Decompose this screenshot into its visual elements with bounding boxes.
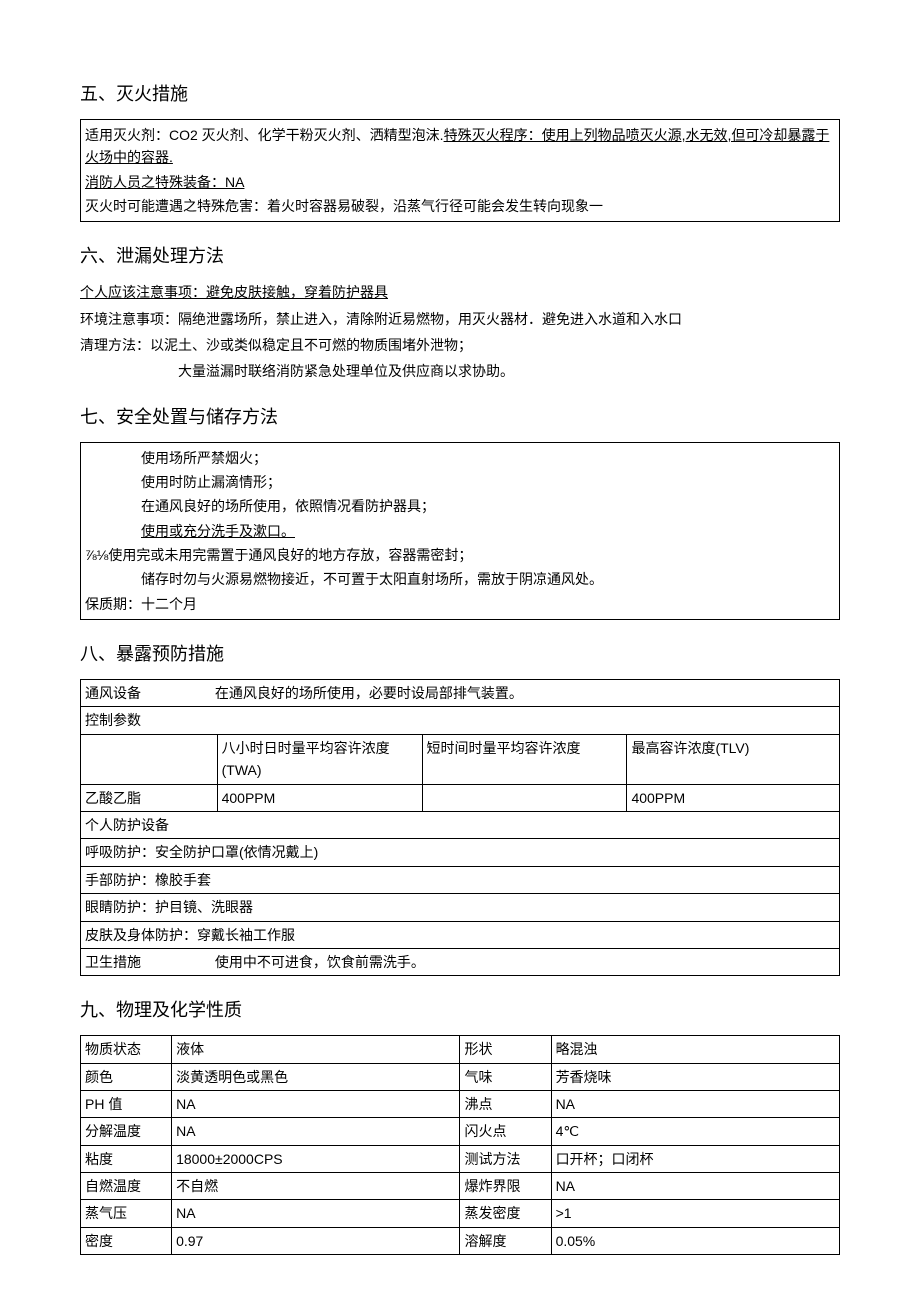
prop-label: 蒸气压 bbox=[81, 1200, 172, 1227]
prop-value: 不自燃 bbox=[172, 1173, 460, 1200]
section-8-title: 八、暴露预防措施 bbox=[80, 640, 840, 669]
prop-label: 粘度 bbox=[81, 1145, 172, 1172]
row-ethyl-acetate: 乙酸乙脂 400PPM 400PPM bbox=[81, 784, 840, 811]
prop-label: 密度 bbox=[81, 1227, 172, 1254]
section-7-title: 七、安全处置与储存方法 bbox=[80, 403, 840, 432]
row-control-params: 控制参数 bbox=[81, 707, 840, 734]
prop-label: PH 值 bbox=[81, 1090, 172, 1117]
eye-protection: 眼睛防护：护目镜、洗眼器 bbox=[81, 894, 840, 921]
prop-label: 沸点 bbox=[460, 1090, 551, 1117]
prop-value: 略混浊 bbox=[551, 1036, 839, 1063]
section-8-table: 通风设备 在通风良好的场所使用，必要时设局部排气装置。 控制参数 八小时日时量平… bbox=[80, 679, 840, 976]
prop-label: 测试方法 bbox=[460, 1145, 551, 1172]
section-9-table: 物质状态液体形状略混浊颜色淡黄透明色或黑色气味芳香烧味PH 值NA沸点NA分解温… bbox=[80, 1035, 840, 1255]
row-headers: 八小时日时量平均容许浓度(TWA) 短时间时量平均容许浓度 最高容许浓度(TLV… bbox=[81, 734, 840, 784]
s6-line4: 大量溢漏时联络消防紧急处理单位及供应商以求协助。 bbox=[80, 360, 840, 382]
s5-line2: 消防人员之特殊装备：NA bbox=[85, 171, 835, 193]
s6-line2: 环境注意事项：隔绝泄露场所，禁止进入，清除附近易燃物，用灭火器材．避免进入水道和… bbox=[80, 308, 840, 330]
prop-label: 溶解度 bbox=[460, 1227, 551, 1254]
resp-protection: 呼吸防护：安全防护口罩(依情况戴上) bbox=[81, 839, 840, 866]
prop-value: NA bbox=[172, 1118, 460, 1145]
s7-l3: 在通风良好的场所使用，依照情况看防护器具； bbox=[85, 495, 835, 517]
table-row: 物质状态液体形状略混浊 bbox=[81, 1036, 840, 1063]
ppe-header: 个人防护设备 bbox=[81, 812, 840, 839]
chem-name: 乙酸乙脂 bbox=[81, 784, 218, 811]
prop-value: 0.97 bbox=[172, 1227, 460, 1254]
row-ventilation: 通风设备 在通风良好的场所使用，必要时设局部排气装置。 bbox=[81, 680, 840, 707]
s5-line3: 灭火时可能遭遇之特殊危害：着火时容器易破裂，沿蒸气行径可能会发生转向现象一 bbox=[85, 195, 835, 217]
col-tlv: 最高容许浓度(TLV) bbox=[627, 734, 840, 784]
prop-value: 0.05% bbox=[551, 1227, 839, 1254]
prop-label: 蒸发密度 bbox=[460, 1200, 551, 1227]
prop-value: NA bbox=[172, 1090, 460, 1117]
table-row: 自燃温度不自燃爆炸界限NA bbox=[81, 1173, 840, 1200]
hand-protection: 手部防护：橡胶手套 bbox=[81, 866, 840, 893]
hyg-label: 卫生措施 bbox=[85, 951, 211, 973]
vent-label: 通风设备 bbox=[85, 682, 211, 704]
s7-l5: ⅞⅛使用完或未用完需置于通风良好的地方存放，容器需密封； bbox=[85, 544, 835, 566]
prop-value: NA bbox=[172, 1200, 460, 1227]
chem-tlv: 400PPM bbox=[627, 784, 840, 811]
section-5-box: 适用灭火剂：CO2 灭火剂、化学干粉灭火剂、洒精型泡沫.特殊灭火程序：使用上列物… bbox=[80, 119, 840, 223]
s7-l7: 保质期：十二个月 bbox=[85, 593, 835, 615]
s6-line3: 清理方法：以泥土、沙或类似稳定且不可燃的物质围堵外泄物； bbox=[80, 334, 840, 356]
prop-label: 爆炸界限 bbox=[460, 1173, 551, 1200]
prop-value: 口开杯；口闭杯 bbox=[551, 1145, 839, 1172]
chem-twa: 400PPM bbox=[217, 784, 422, 811]
col-stel: 短时间时量平均容许浓度 bbox=[422, 734, 627, 784]
prop-label: 颜色 bbox=[81, 1063, 172, 1090]
prop-label: 自燃温度 bbox=[81, 1173, 172, 1200]
prop-value: >1 bbox=[551, 1200, 839, 1227]
col-twa: 八小时日时量平均容许浓度(TWA) bbox=[217, 734, 422, 784]
prop-value: 液体 bbox=[172, 1036, 460, 1063]
prop-value: NA bbox=[551, 1090, 839, 1117]
prop-label: 物质状态 bbox=[81, 1036, 172, 1063]
s7-l6: 储存时勿与火源易燃物接近，不可置于太阳直射场所，需放于阴凉通风处。 bbox=[85, 568, 835, 590]
hyg-value: 使用中不可进食，饮食前需洗手。 bbox=[215, 954, 425, 970]
section-6-body: 个人应该注意事项：避免皮肤接触，穿着防护器具 环境注意事项：隔绝泄露场所，禁止进… bbox=[80, 281, 840, 383]
s7-l4: 使用或充分洗手及漱口。 bbox=[85, 520, 835, 542]
section-9-title: 九、物理及化学性质 bbox=[80, 996, 840, 1025]
section-5-title: 五、灭火措施 bbox=[80, 80, 840, 109]
prop-label: 气味 bbox=[460, 1063, 551, 1090]
prop-label: 分解温度 bbox=[81, 1118, 172, 1145]
prop-value: 芳香烧味 bbox=[551, 1063, 839, 1090]
prop-value: 淡黄透明色或黑色 bbox=[172, 1063, 460, 1090]
table-row: 粘度18000±2000CPS测试方法口开杯；口闭杯 bbox=[81, 1145, 840, 1172]
row-hygiene: 卫生措施 使用中不可进食，饮食前需洗手。 bbox=[81, 948, 840, 975]
table-row: 蒸气压NA蒸发密度>1 bbox=[81, 1200, 840, 1227]
prop-value: 4℃ bbox=[551, 1118, 839, 1145]
prop-value: NA bbox=[551, 1173, 839, 1200]
table-row: 分解温度NA闪火点4℃ bbox=[81, 1118, 840, 1145]
prop-label: 形状 bbox=[460, 1036, 551, 1063]
s7-l2: 使用时防止漏滴情形； bbox=[85, 471, 835, 493]
table-row: PH 值NA沸点NA bbox=[81, 1090, 840, 1117]
table-row: 密度0.97溶解度0.05% bbox=[81, 1227, 840, 1254]
vent-value: 在通风良好的场所使用，必要时设局部排气装置。 bbox=[215, 685, 523, 701]
table-row: 颜色淡黄透明色或黑色气味芳香烧味 bbox=[81, 1063, 840, 1090]
s5-l1a: 适用灭火剂：CO2 灭火剂、化学干粉灭火剂、洒精型泡沫. bbox=[85, 127, 444, 143]
ctrl-label: 控制参数 bbox=[81, 707, 840, 734]
chem-stel bbox=[422, 784, 627, 811]
s6-line1: 个人应该注意事项：避免皮肤接触，穿着防护器具 bbox=[80, 281, 840, 303]
section-6-title: 六、泄漏处理方法 bbox=[80, 242, 840, 271]
s7-l1: 使用场所严禁烟火； bbox=[85, 447, 835, 469]
prop-value: 18000±2000CPS bbox=[172, 1145, 460, 1172]
prop-label: 闪火点 bbox=[460, 1118, 551, 1145]
skin-protection: 皮肤及身体防护：穿戴长袖工作服 bbox=[81, 921, 840, 948]
s5-line1: 适用灭火剂：CO2 灭火剂、化学干粉灭火剂、洒精型泡沫.特殊灭火程序：使用上列物… bbox=[85, 124, 835, 169]
section-7-box: 使用场所严禁烟火； 使用时防止漏滴情形； 在通风良好的场所使用，依照情况看防护器… bbox=[80, 442, 840, 621]
